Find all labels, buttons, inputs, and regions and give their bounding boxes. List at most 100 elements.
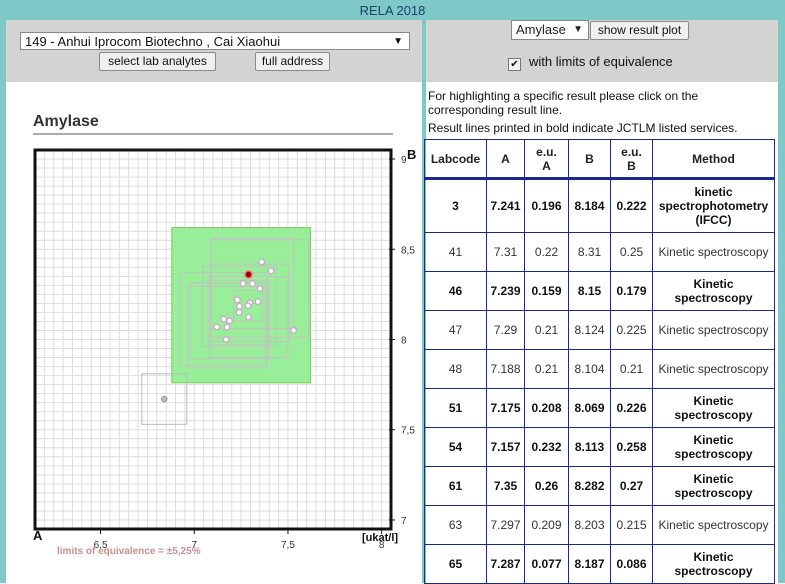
analyte-panel: Amylase ▼ show result plot ✔ with limits … [426,20,778,82]
x-tick-label: 7,5 [281,540,295,550]
y-tick-label: 7,5 [401,426,415,437]
cell-b: 8.104 [568,349,611,389]
col-a: A [486,139,525,180]
chart-title: Amylase [33,113,99,130]
data-point [245,313,253,321]
cell-labcode: 48 [424,349,487,389]
col-method: Method [652,139,775,180]
results-table: Labcode A e.u. A B e.u. B Method 3 7.241 0.1… [424,139,775,584]
cell-b: 8.184 [568,178,611,233]
cell-b: 8.203 [568,505,611,545]
results-table-wrap: Labcode A e.u. A B e.u. B Method 3 7.241 0.1… [424,139,775,584]
top-bar: RELA 2018 [0,0,785,20]
cell-eua: 0.077 [524,544,569,584]
data-point [290,327,298,334]
table-row[interactable]: 41 7.31 0.22 8.31 0.25 Kinetic spectroscopy [424,232,775,272]
cell-eua: 0.232 [524,427,569,467]
app-title: RELA 2018 [359,3,426,18]
full-address-button[interactable]: full address [255,52,330,71]
cell-b: 8.124 [568,310,611,350]
table-row[interactable]: 51 7.175 0.208 8.069 0.226 Kinetic spectrosco… [424,388,775,428]
data-point [267,267,275,275]
axis-b-label: B [407,147,416,162]
table-row[interactable]: 47 7.29 0.21 8.124 0.225 Kinetic spectroscopy [424,310,775,350]
info-line-2: corresponding result line. [428,103,563,117]
data-point [235,302,243,310]
cell-eub: 0.21 [610,349,653,389]
info-line-3: Result lines printed in bold indicate JC… [428,121,738,135]
table-row[interactable]: 46 7.239 0.159 8.15 0.179 Kinetic spectroscop… [424,271,775,311]
cell-eua: 0.21 [524,349,569,389]
cell-labcode: 65 [424,544,487,584]
cell-eub: 0.226 [610,388,653,428]
cell-method: Kinetic spectroscopy [652,271,775,311]
cell-method: Kinetic spectroscopy [652,427,775,467]
lab-select[interactable]: 149 - Anhui Iprocom Biotechno , Cai Xiao… [20,32,410,50]
analyte-select-value: Amylase [516,22,566,37]
equivalence-checkbox-row[interactable]: ✔ with limits of equivalence [508,54,673,71]
data-point [220,315,228,323]
data-point [223,323,231,331]
analyte-select[interactable]: Amylase ▼ [511,20,589,40]
cell-labcode: 46 [424,271,487,311]
unit-label: [ukat/l] [362,532,398,544]
cell-labcode: 54 [424,427,487,467]
cell-eub: 0.222 [610,178,653,233]
cell-b: 8.113 [568,427,611,467]
info-line-1: For highlighting a specific result pleas… [428,89,699,103]
data-point [235,308,243,316]
show-result-plot-button[interactable]: show result plot [590,21,689,40]
cell-a: 7.297 [486,505,525,545]
col-b: B [568,139,611,180]
data-point [258,258,266,266]
table-row[interactable]: 3 7.241 0.196 8.184 0.222 kinetic spectrophot… [424,178,775,233]
cell-eua: 0.159 [524,271,569,311]
cell-b: 8.187 [568,544,611,584]
col-labcode: Labcode [424,139,487,180]
table-row[interactable]: 63 7.297 0.209 8.203 0.215 Kinetic spectrosco… [424,505,775,545]
lab-panel: 149 - Anhui Iprocom Biotechno , Cai Xiao… [6,20,422,82]
cell-eua: 0.208 [524,388,569,428]
y-tick-label: 8,5 [401,245,415,256]
data-point [248,280,256,288]
data-point [239,280,247,288]
col-eu-b: e.u. B [610,139,653,180]
cell-eua: 0.21 [524,310,569,350]
cell-a: 7.31 [486,232,525,272]
equivalence-checkbox-label: with limits of equivalence [529,54,673,69]
table-row[interactable]: 48 7.188 0.21 8.104 0.21 Kinetic spectroscopy [424,349,775,389]
cell-labcode: 51 [424,388,487,428]
cell-method: Kinetic spectroscopy [652,505,775,545]
col-eu-a: e.u. A [524,139,569,180]
data-point [233,296,241,304]
table-row[interactable]: 65 7.287 0.077 8.187 0.086 Kinetic spectrosco… [424,544,775,584]
cell-method: Kinetic spectroscopy [652,544,775,584]
cell-eua: 0.22 [524,232,569,272]
cell-b: 8.15 [568,271,611,311]
cell-labcode: 63 [424,505,487,545]
cell-a: 7.239 [486,271,525,311]
cell-labcode: 47 [424,310,487,350]
cell-labcode: 3 [424,178,487,233]
result-plot[interactable]: 6,5 7 7,5 877,588,59 B A [ukat/l] [0,140,420,550]
cell-b: 8.282 [568,466,611,506]
cell-eub: 0.27 [610,466,653,506]
check-icon[interactable]: ✔ [508,58,521,71]
cell-a: 7.157 [486,427,525,467]
table-row[interactable]: 54 7.157 0.232 8.113 0.258 Kinetic spectrosco… [424,427,775,467]
cell-eua: 0.209 [524,505,569,545]
cell-method: Kinetic spectroscopy [652,388,775,428]
cell-eua: 0.196 [524,178,569,233]
cell-eub: 0.25 [610,232,653,272]
cell-labcode: 61 [424,466,487,506]
right-edge [778,20,785,583]
data-point [244,302,252,310]
cell-method: Kinetic spectroscopy [652,466,775,506]
cell-method: Kinetic spectroscopy [652,349,775,389]
cell-b: 8.069 [568,388,611,428]
cell-a: 7.287 [486,544,525,584]
chart-title-rule [33,133,393,135]
select-lab-analytes-button[interactable]: select lab analytes [99,52,216,71]
data-point [226,317,233,325]
table-row[interactable]: 61 7.35 0.26 8.282 0.27 Kinetic spectroscopy [424,466,775,506]
